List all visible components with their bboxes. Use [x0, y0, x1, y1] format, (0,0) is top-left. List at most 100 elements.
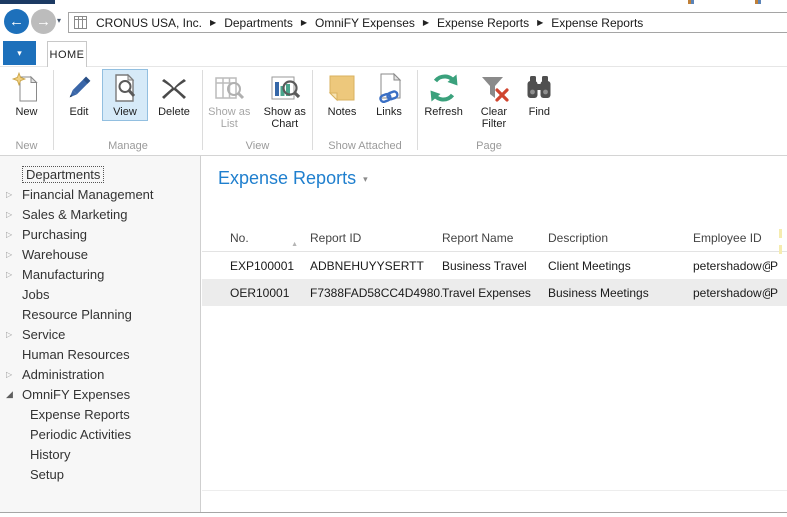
sidebar-item-label: History: [30, 446, 71, 462]
breadcrumb-item[interactable]: Departments: [224, 16, 293, 30]
sidebar-item-label: Sales & Marketing: [22, 206, 128, 222]
collapse-arrow-icon[interactable]: ▷: [6, 250, 22, 259]
sidebar-item-sales-marketing[interactable]: ▷ Sales & Marketing: [0, 204, 200, 224]
sidebar-item-administration[interactable]: ▷ Administration: [0, 364, 200, 384]
back-button[interactable]: ←: [4, 9, 29, 34]
sidebar-item-label: OmniFY Expenses: [22, 386, 131, 402]
show-as-list-icon: [215, 77, 245, 100]
cell-truncated[interactable]: P: [770, 286, 787, 300]
breadcrumb-item[interactable]: OmniFY Expenses: [315, 16, 415, 30]
column-header-report-id[interactable]: Report ID: [310, 224, 442, 251]
clear-filter-button[interactable]: Clear Filter: [471, 69, 516, 133]
sidebar-item-jobs[interactable]: Jobs: [0, 284, 200, 304]
sidebar-item-label: Jobs: [22, 286, 50, 302]
column-header-employee-id[interactable]: Employee ID: [693, 224, 770, 251]
sidebar-item-label: Resource Planning: [22, 306, 132, 322]
breadcrumb-separator-icon: ▶: [210, 18, 217, 27]
show-as-chart-button[interactable]: Show as Chart: [258, 69, 312, 133]
ribbon-group-view: Show as List Show as Chart View: [203, 67, 312, 155]
ribbon-button-label: Show as Chart: [263, 106, 306, 130]
refresh-icon: [430, 74, 458, 102]
ribbon: New New Edit View Delete Manage Show as …: [0, 67, 787, 156]
ribbon-button-label: Delete: [158, 106, 190, 118]
table-grid-icon: [74, 16, 87, 29]
ribbon-button-label: Refresh: [424, 106, 463, 118]
table-row-selected[interactable]: OER10001 F7388FAD58CC4D4980... Travel Ex…: [202, 279, 787, 306]
cell-truncated[interactable]: P: [770, 259, 787, 273]
cell-employee-id[interactable]: petershadow@c...: [693, 259, 770, 273]
collapse-arrow-icon[interactable]: ▷: [6, 210, 22, 219]
ribbon-button-label: Show as List: [208, 106, 251, 130]
ribbon-group-manage: Edit View Delete Manage: [54, 67, 202, 155]
sidebar-item-warehouse[interactable]: ▷ Warehouse: [0, 244, 200, 264]
cell-description[interactable]: Client Meetings: [548, 259, 693, 273]
breadcrumb-item[interactable]: Expense Reports: [437, 16, 529, 30]
column-header-report-name[interactable]: Report Name: [442, 224, 548, 251]
sidebar-item-expense-reports[interactable]: Expense Reports: [0, 404, 200, 424]
ribbon-group-label: Page: [476, 140, 502, 152]
ribbon-group-show-attached: Notes Links Show Attached: [313, 67, 417, 155]
tab-home[interactable]: HOME: [47, 41, 87, 68]
find-button[interactable]: Find: [519, 69, 560, 121]
new-button[interactable]: New: [9, 69, 45, 121]
sidebar-item-departments[interactable]: Departments: [0, 164, 200, 184]
sidebar-item-label: Financial Management: [22, 186, 154, 202]
refresh-button[interactable]: Refresh: [418, 69, 469, 121]
view-button[interactable]: View: [102, 69, 148, 121]
breadcrumb-separator-icon: ▶: [422, 18, 430, 27]
cell-report-name[interactable]: Travel Expenses: [442, 286, 548, 300]
collapse-arrow-icon[interactable]: ▷: [6, 370, 22, 379]
collapse-arrow-icon[interactable]: ▷: [6, 190, 22, 199]
sidebar-item-omnify-expenses[interactable]: ◢ OmniFY Expenses: [0, 384, 200, 404]
sidebar-item-financial-management[interactable]: ▷ Financial Management: [0, 184, 200, 204]
collapse-arrow-icon[interactable]: ▷: [6, 230, 22, 239]
delete-button[interactable]: Delete: [150, 69, 198, 121]
sidebar-item-label: Periodic Activities: [30, 426, 132, 442]
expanded-arrow-icon[interactable]: ◢: [6, 389, 22, 400]
forward-arrow-icon: →: [36, 13, 51, 30]
titlebar-fragment: [0, 0, 55, 4]
cell-employee-id[interactable]: petershadow@c...: [693, 286, 770, 300]
application-menu-button[interactable]: ▾: [3, 41, 36, 65]
collapse-arrow-icon[interactable]: ▷: [6, 330, 22, 339]
sidebar-item-label: Departments: [22, 165, 105, 183]
sidebar-item-human-resources[interactable]: Human Resources: [0, 344, 200, 364]
address-bar[interactable]: CRONUS USA, Inc. ▶ Departments ▶ OmniFY …: [68, 12, 787, 33]
sidebar-item-resource-planning[interactable]: Resource Planning: [0, 304, 200, 324]
sidebar-item-history[interactable]: History: [0, 444, 200, 464]
forward-button[interactable]: →: [31, 9, 56, 34]
cell-no[interactable]: EXP100001: [202, 259, 310, 273]
table-row[interactable]: EXP100001 ADBNEHUYYSERTT Business Travel…: [202, 252, 787, 279]
sidebar-item-service[interactable]: ▷ Service: [0, 324, 200, 344]
cell-no[interactable]: OER10001: [202, 286, 310, 300]
sidebar-item-periodic-activities[interactable]: Periodic Activities: [0, 424, 200, 444]
breadcrumb-item[interactable]: Expense Reports: [551, 16, 643, 30]
sidebar-item-label: Purchasing: [22, 226, 88, 242]
sidebar-item-purchasing[interactable]: ▷ Purchasing: [0, 224, 200, 244]
cell-report-name[interactable]: Business Travel: [442, 259, 548, 273]
column-header-no[interactable]: No. ▲: [202, 224, 310, 251]
edit-button[interactable]: Edit: [58, 69, 100, 121]
cell-report-id[interactable]: F7388FAD58CC4D4980...: [310, 286, 442, 300]
cell-description[interactable]: Business Meetings: [548, 286, 693, 300]
page-title[interactable]: Expense Reports ▾: [218, 168, 368, 189]
sidebar-item-label: Service: [22, 326, 66, 342]
sidebar-item-manufacturing[interactable]: ▷ Manufacturing: [0, 264, 200, 284]
ribbon-group-label: View: [245, 140, 270, 152]
navigation-bar: ← → ▾ CRONUS USA, Inc. ▶ Departments ▶ O…: [0, 5, 787, 39]
notes-button[interactable]: Notes: [319, 69, 365, 121]
column-header-description[interactable]: Description: [548, 224, 693, 251]
collapse-arrow-icon[interactable]: ▷: [6, 270, 22, 279]
sidebar-item-label: Setup: [30, 466, 64, 482]
sidebar-item-label: Expense Reports: [30, 406, 130, 422]
breadcrumb-separator-icon: ▶: [537, 18, 544, 27]
sidebar-item-setup[interactable]: Setup: [0, 464, 200, 484]
ribbon-button-label: Find: [528, 106, 550, 118]
chevron-down-icon[interactable]: ▾: [363, 174, 368, 185]
ribbon-button-label: Edit: [69, 106, 89, 118]
history-dropdown-icon[interactable]: ▾: [57, 16, 61, 25]
breadcrumb-company[interactable]: CRONUS USA, Inc.: [96, 16, 202, 30]
links-button[interactable]: Links: [367, 69, 411, 121]
cell-report-id[interactable]: ADBNEHUYYSERTT: [310, 259, 442, 273]
new-document-icon: [11, 72, 38, 102]
